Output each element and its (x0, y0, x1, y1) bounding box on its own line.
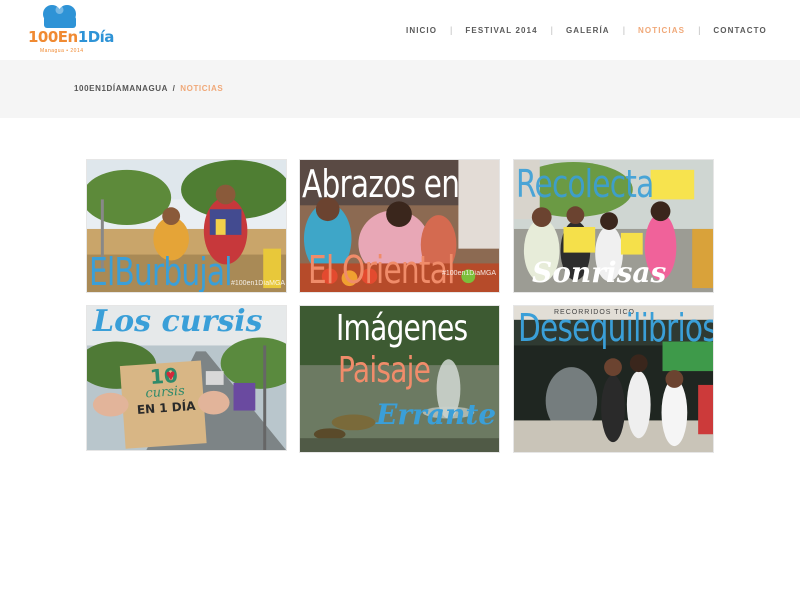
tile-title-line-1: Recolecta (516, 162, 654, 206)
tile-hashtag: #100en1DíaMGA (231, 280, 286, 287)
tile-hashtag: #100en1DíaMGA (442, 270, 497, 277)
tile-title-line-3: Errante (376, 398, 497, 431)
logo-subtitle: Managua • 2014 (40, 48, 84, 54)
tile-title-line-2: El Oriental (308, 248, 455, 292)
news-tile-desequilibrios[interactable]: RECORRIDOS TICO Desequilibrios (513, 305, 714, 453)
news-tile-los-cursis[interactable]: Los cursis 10 ♥ cursis EN 1 DÍA (86, 305, 287, 451)
news-tile-abrazos-en-el-oriental[interactable]: Abrazos en El Oriental #100en1DíaMGA (299, 159, 500, 293)
breadcrumb-current: NOTICIAS (180, 84, 224, 93)
logo-wordmark: 100En1Día (28, 28, 114, 46)
nav-separator: | (622, 25, 626, 35)
nav-separator: | (698, 25, 701, 35)
logo-heads-icon (43, 5, 76, 28)
breadcrumb-band: 100EN1DÍAMANAGUA / NOTICIAS (0, 60, 800, 118)
nav-separator: | (550, 25, 553, 35)
nav-item-festival-2014[interactable]: FESTIVAL 2014 (465, 26, 537, 35)
breadcrumb-separator: / (172, 84, 176, 93)
tile-title-line-2: Paisaje (338, 350, 431, 391)
tile-title: Los cursis (93, 305, 263, 339)
site-logo[interactable]: 100En1Día Managua • 2014 (26, 4, 114, 56)
tile-title: Desequilibrios (518, 306, 714, 350)
tile-title: ElBurbujal (89, 250, 232, 293)
tile-title-line-2: Sonrisas (532, 256, 667, 289)
nav-item-galeria[interactable]: GALERÍA (566, 26, 610, 35)
nav-separator: | (450, 25, 453, 35)
tile-title-line-1: Imágenes (336, 308, 468, 349)
tile-title-line-1: Abrazos en (302, 162, 460, 206)
cardboard-sign: 10 ♥ cursis EN 1 DÍA (125, 363, 204, 418)
news-tile-imagenes-paisaje-errante[interactable]: Imágenes Paisaje Errante (299, 305, 500, 453)
breadcrumb: 100EN1DÍAMANAGUA / NOTICIAS (74, 84, 223, 93)
heart-icon: ♥ (165, 367, 177, 385)
nav-item-inicio[interactable]: INICIO (406, 26, 437, 35)
news-tile-el-burbujal[interactable]: ElBurbujal #100en1DíaMGA (86, 159, 287, 293)
site-header: 100En1Día Managua • 2014 INICIO | FESTIV… (0, 0, 800, 60)
nav-item-noticias[interactable]: NOTICIAS (638, 26, 685, 35)
breadcrumb-home-link[interactable]: 100EN1DÍAMANAGUA (74, 84, 168, 93)
nav-item-contacto[interactable]: CONTACTO (713, 26, 766, 35)
news-tile-recolecta-sonrisas[interactable]: Recolecta Sonrisas (513, 159, 714, 293)
main-nav: INICIO | FESTIVAL 2014 | GALERÍA | NOTIC… (406, 24, 767, 36)
